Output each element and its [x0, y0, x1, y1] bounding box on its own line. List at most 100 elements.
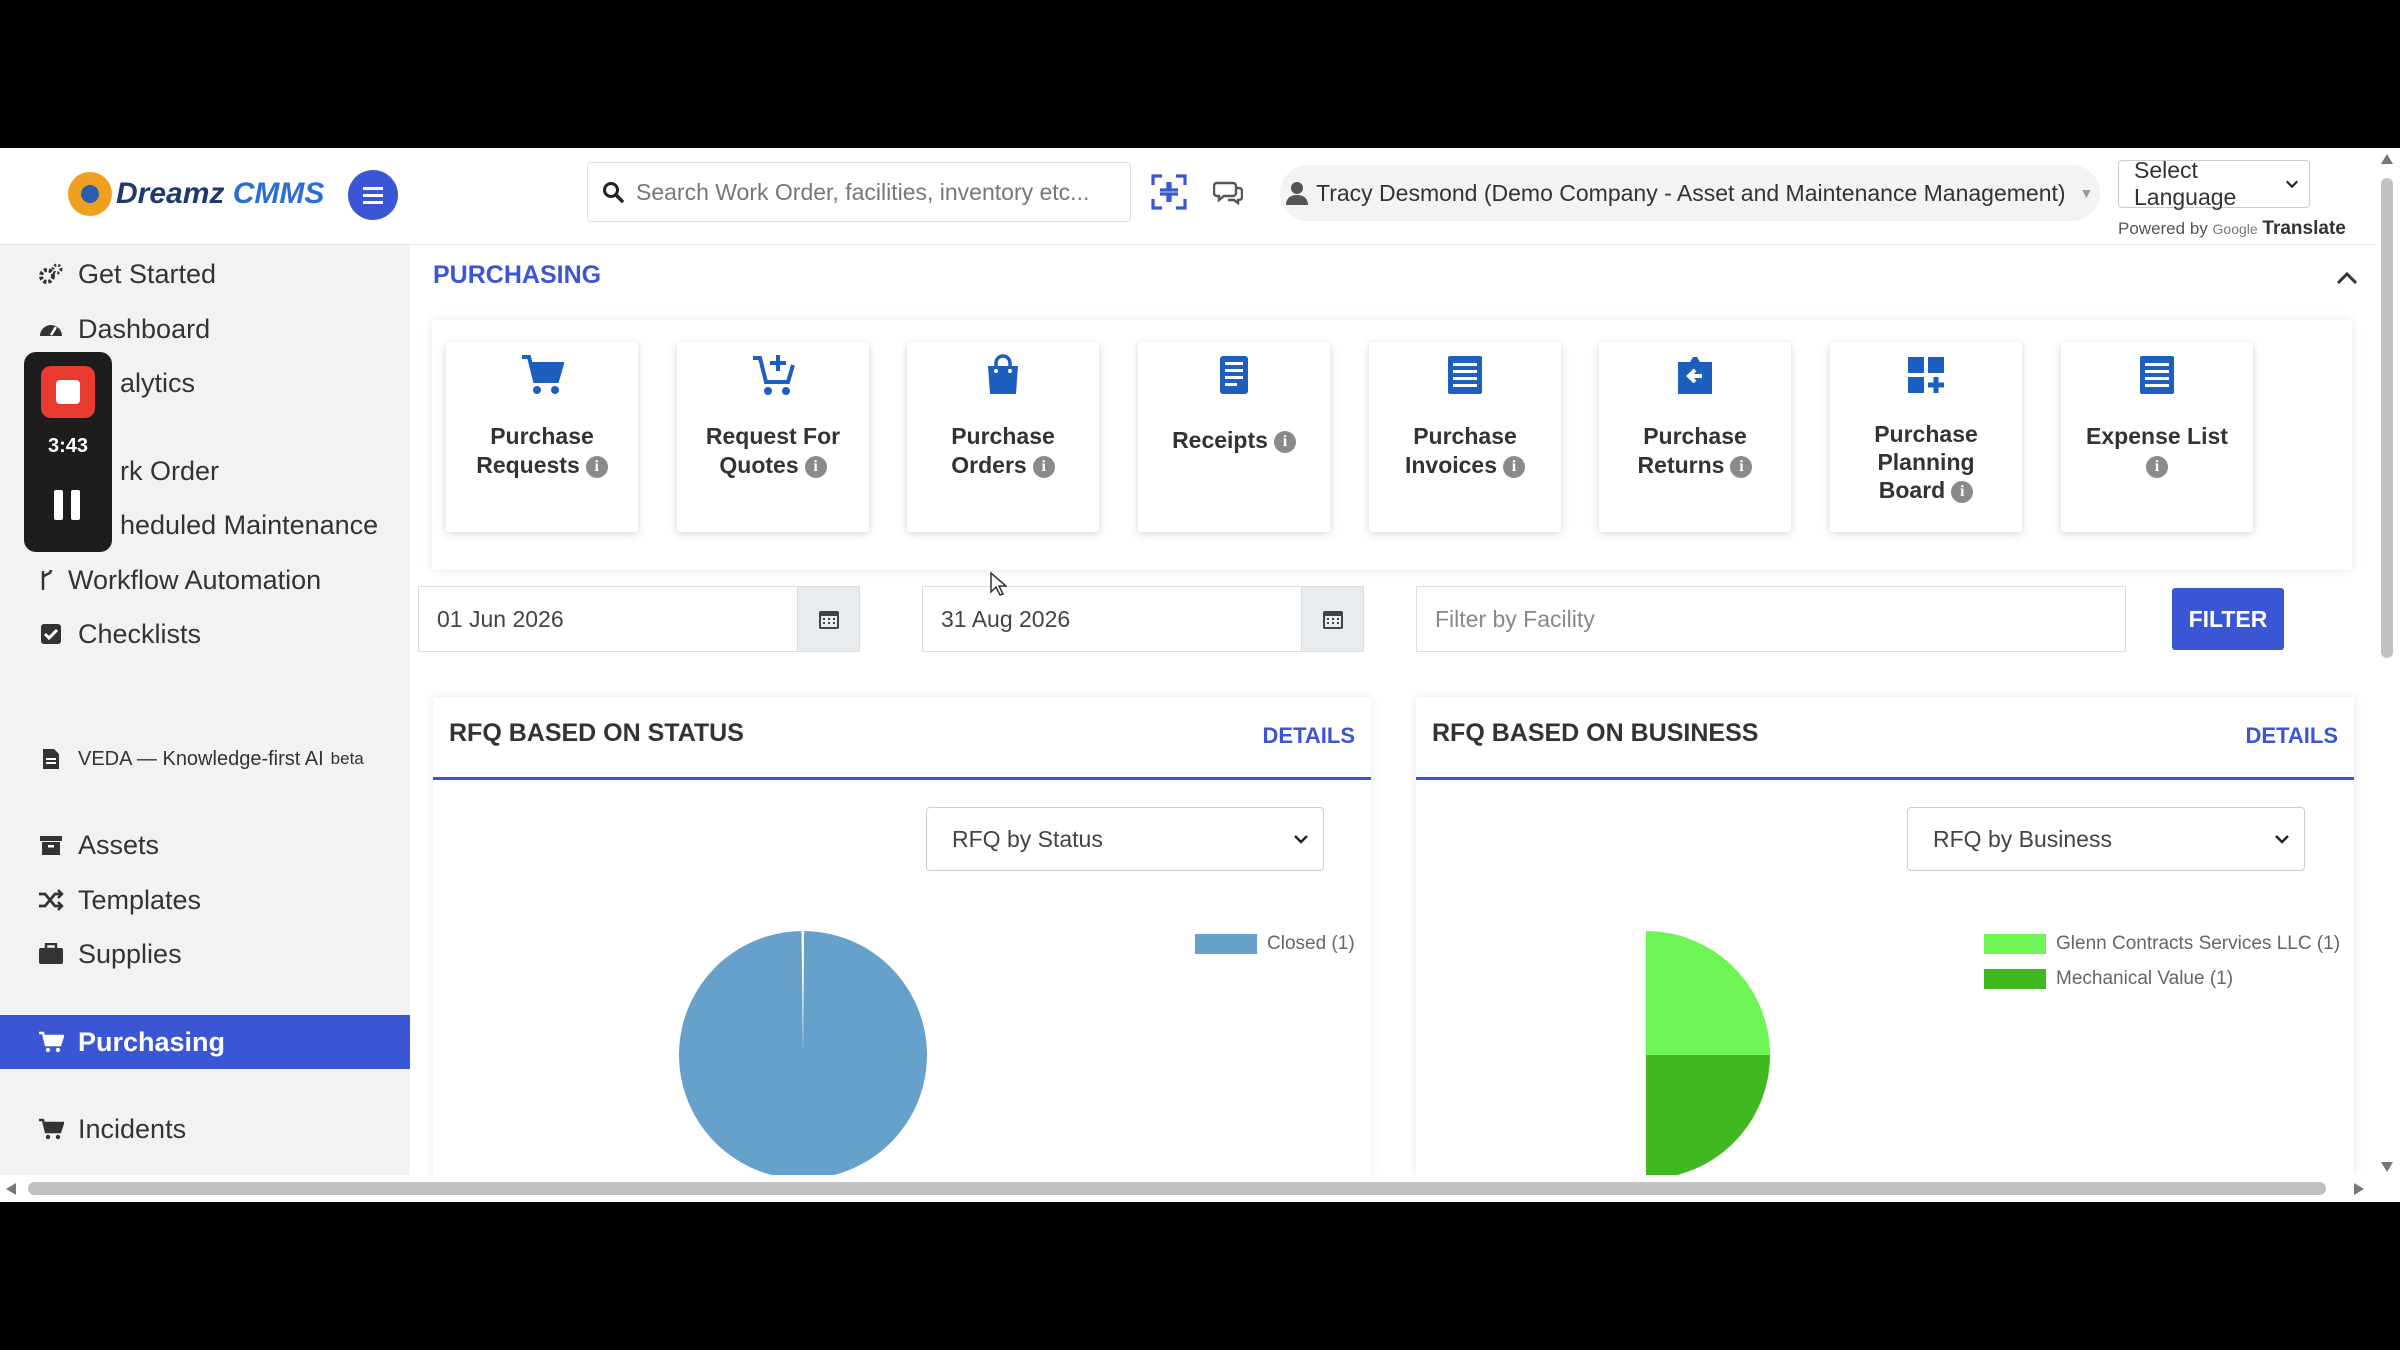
- filter-button[interactable]: FILTER: [2172, 588, 2284, 650]
- translate-link[interactable]: Translate: [2262, 218, 2345, 239]
- beta-badge: beta: [330, 749, 364, 768]
- start-date-picker[interactable]: [418, 586, 860, 652]
- info-icon[interactable]: i: [585, 455, 608, 478]
- logo[interactable]: Dreamz CMMS: [68, 172, 324, 216]
- screen-recorder-widget: 3:43: [24, 352, 112, 552]
- sidebar-item-veda[interactable]: VEDA — Knowledge-first AI beta: [0, 732, 410, 786]
- language-select-label: Select Language: [2134, 157, 2237, 210]
- workflow-icon: [38, 567, 54, 593]
- info-icon[interactable]: i: [804, 455, 827, 478]
- legend-label: Mechanical Value (1): [2056, 968, 2234, 989]
- menu-toggle-button[interactable]: [348, 170, 398, 220]
- rfq-business-select[interactable]: RFQ by Business: [1907, 807, 2305, 871]
- info-icon[interactable]: i: [1730, 455, 1753, 478]
- cart-icon: [446, 352, 638, 398]
- info-icon[interactable]: i: [1273, 430, 1296, 453]
- sidebar-item-label: Checklists: [78, 618, 202, 649]
- legend-item: Glenn Contracts Services LLC (1): [1984, 933, 2340, 955]
- recording-timer: 3:43: [47, 435, 89, 457]
- sidebar-item-label: heduled Maintenance: [120, 509, 379, 540]
- scroll-up-icon[interactable]: [2381, 154, 2393, 164]
- calendar-icon[interactable]: [1301, 587, 1363, 651]
- shuffle-icon: [38, 887, 64, 913]
- sidebar-item-workflow-automation[interactable]: Workflow Automation: [0, 553, 410, 607]
- stop-recording-button[interactable]: [41, 366, 95, 418]
- end-date-input[interactable]: [923, 587, 1301, 651]
- scan-icon[interactable]: [1147, 170, 1191, 214]
- vertical-scrollbar[interactable]: [2375, 148, 2400, 1188]
- card-divider: [433, 777, 1371, 780]
- main-content: PURCHASING Purchase Requests i Request For…: [410, 245, 2375, 1187]
- tile-request-for-quotes[interactable]: Request For Quotes i: [677, 342, 869, 532]
- facility-filter-input[interactable]: [1417, 587, 2125, 651]
- details-link[interactable]: DETAILS: [1263, 723, 1355, 749]
- scroll-down-icon[interactable]: [2381, 1162, 2393, 1172]
- pie-slice-closed[interactable]: [679, 931, 927, 1179]
- tile-purchase-invoices[interactable]: Purchase Invoices i: [1369, 342, 1561, 532]
- cart-icon: [38, 1029, 64, 1055]
- start-date-input[interactable]: [419, 587, 797, 651]
- sidebar-item-label: alytics: [120, 367, 196, 398]
- sidebar-item-supplies[interactable]: Supplies: [0, 927, 410, 981]
- sidebar-item-dashboard[interactable]: Dashboard: [0, 302, 410, 356]
- info-icon[interactable]: i: [1951, 480, 1974, 503]
- checkbox-icon: [38, 621, 64, 647]
- info-icon[interactable]: i: [2146, 455, 2168, 478]
- calendar-icon[interactable]: [797, 587, 859, 651]
- tile-label: Purchase Requests i: [454, 422, 630, 480]
- dashboard-icon: [38, 316, 64, 342]
- tile-purchase-orders[interactable]: Purchase Orders i: [907, 342, 1099, 532]
- horizontal-scrollbar[interactable]: [0, 1175, 2375, 1202]
- legend-swatch: [1195, 934, 1257, 954]
- scroll-left-icon[interactable]: [6, 1183, 16, 1195]
- legend-item: Mechanical Value (1): [1984, 968, 2233, 990]
- pause-recording-button[interactable]: [54, 490, 82, 520]
- section-title: PURCHASING: [433, 261, 602, 289]
- sidebar-item-purchasing[interactable]: Purchasing: [0, 1015, 410, 1069]
- select-label: RFQ by Business: [1933, 825, 2112, 852]
- rfq-business-card: RFQ BASED ON BUSINESS DETAILS RFQ by Bus…: [1416, 697, 2354, 1187]
- chat-icon[interactable]: [1206, 170, 1250, 214]
- chevron-up-icon[interactable]: [2332, 263, 2362, 293]
- rfq-status-select[interactable]: RFQ by Status: [926, 807, 1324, 871]
- sidebar-item-label: rk Order: [120, 455, 220, 486]
- rfq-status-card: RFQ BASED ON STATUS DETAILS RFQ by Statu…: [433, 697, 1371, 1187]
- tile-purchase-planning-board[interactable]: Purchase Planning Board i: [1830, 342, 2022, 532]
- rfq-business-pie: [1646, 931, 1770, 1179]
- cart-icon: [38, 1116, 64, 1142]
- tile-purchase-returns[interactable]: Purchase Returns i: [1599, 342, 1791, 532]
- tile-purchase-requests[interactable]: Purchase Requests i: [446, 342, 638, 532]
- pie-slice-glenn-contracts-services-llc[interactable]: [1646, 931, 1770, 1055]
- info-icon[interactable]: i: [1032, 455, 1055, 478]
- sidebar-item-label: Workflow Automation: [68, 564, 322, 595]
- scrollbar-thumb[interactable]: [28, 1182, 2326, 1195]
- sidebar-item-get-started[interactable]: Get Started: [0, 247, 410, 301]
- cart-plus-icon: [677, 352, 869, 398]
- sidebar-item-label: Purchasing: [78, 1026, 226, 1057]
- logo-gear-icon: [68, 172, 112, 216]
- tile-label: Purchase Returns i: [1607, 422, 1783, 480]
- app-window: Dreamz CMMS Tracy Desmond (Demo Company …: [0, 148, 2400, 1202]
- powered-by-label: Powered by: [2118, 219, 2208, 238]
- tile-label: Receipts i: [1146, 426, 1322, 455]
- legend-swatch: [1984, 969, 2046, 989]
- sidebar-item-label: Templates: [78, 884, 202, 915]
- sidebar-item-label: Assets: [78, 829, 160, 860]
- scroll-right-icon[interactable]: [2354, 1183, 2364, 1195]
- sidebar-item-templates[interactable]: Templates: [0, 873, 410, 927]
- facility-filter[interactable]: [1416, 586, 2126, 652]
- sidebar-item-assets[interactable]: Assets: [0, 818, 410, 872]
- info-icon[interactable]: i: [1503, 455, 1526, 478]
- language-select[interactable]: Select Language: [2118, 157, 2310, 210]
- pie-slice-mechanical-value[interactable]: [1646, 1055, 1770, 1179]
- tile-receipts[interactable]: Receipts i: [1138, 342, 1330, 532]
- details-link[interactable]: DETAILS: [2246, 723, 2338, 749]
- sidebar-item-incidents[interactable]: Incidents: [0, 1102, 410, 1156]
- sidebar-item-checklists[interactable]: Checklists: [0, 607, 410, 661]
- powered-by-translate[interactable]: Powered by Google Translate: [2118, 218, 2346, 240]
- search-input[interactable]: [636, 178, 1116, 206]
- tile-expense-list[interactable]: Expense List i: [2061, 342, 2253, 532]
- scrollbar-thumb[interactable]: [2381, 178, 2393, 658]
- user-menu[interactable]: Tracy Desmond (Demo Company - Asset and …: [1280, 165, 2100, 221]
- search-box[interactable]: [587, 162, 1131, 222]
